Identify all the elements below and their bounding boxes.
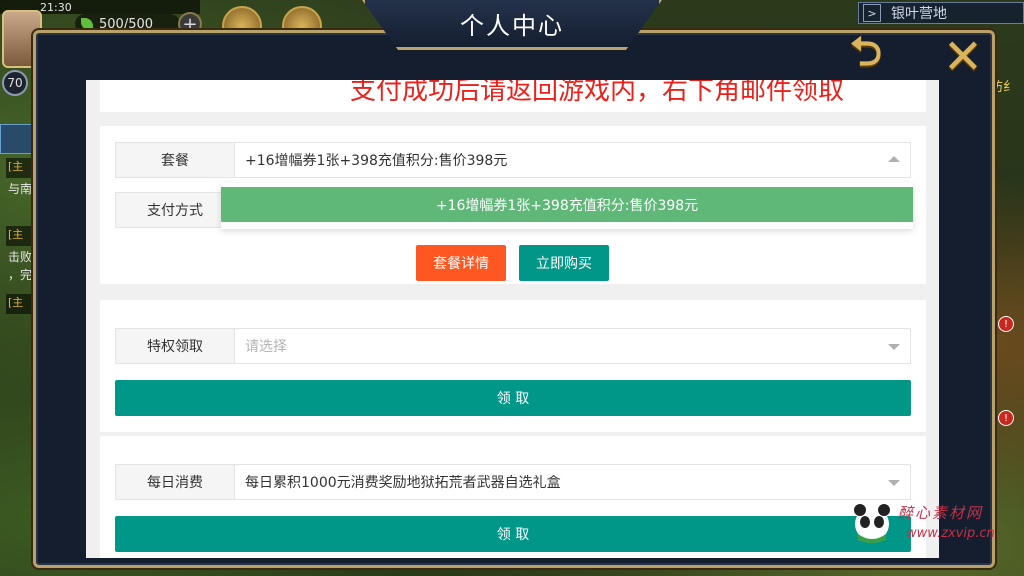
daily-claim-button[interactable]: 领 取 — [115, 516, 911, 552]
web-content: 支付成功后请返回游戏内，右下角邮件领取 套餐 +16增幅券1张+398充值积分:… — [86, 80, 939, 558]
package-option[interactable]: +16增幅券1张+398充值积分:售价398元 — [221, 187, 913, 222]
privilege-row: 特权领取 请选择 — [115, 328, 911, 364]
payment-notice: 支付成功后请返回游戏内，右下角邮件领取 — [350, 80, 845, 106]
payment-label: 支付方式 — [115, 192, 235, 228]
privilege-label: 特权领取 — [115, 328, 235, 364]
privilege-card: 特权领取 请选择 领 取 — [100, 300, 926, 432]
expand-arrow-icon[interactable]: > — [863, 4, 881, 22]
package-row: 套餐 +16增幅券1张+398充值积分:售价398元 — [115, 142, 911, 178]
leaf-icon — [81, 18, 93, 30]
status-time: 21:30 — [40, 0, 72, 14]
caret-down-icon — [888, 344, 900, 350]
caret-up-icon — [888, 156, 900, 162]
package-details-button[interactable]: 套餐详情 — [416, 245, 506, 281]
close-icon[interactable]: ✕ — [938, 29, 988, 85]
package-label: 套餐 — [115, 142, 235, 178]
quest-text: ，完 — [8, 268, 33, 282]
back-arrow-icon[interactable]: ⮌ — [836, 29, 896, 78]
panda-logo-icon — [854, 504, 890, 543]
location-panel: > 银叶营地 — [858, 2, 1024, 24]
alert-icon[interactable]: ! — [998, 316, 1014, 332]
privilege-claim-button[interactable]: 领 取 — [115, 380, 911, 416]
notice-card: 支付成功后请返回游戏内，右下角邮件领取 — [100, 80, 926, 112]
quest-text: 击败 — [8, 250, 33, 264]
location-name: 银叶营地 — [891, 6, 947, 22]
daily-value: 每日累积1000元消费奖励地狱拓荒者武器自选礼盒 — [245, 475, 561, 491]
watermark: 醉心素材网 www.zxvip.cn — [850, 498, 1020, 548]
modal-title: 个人中心 — [362, 0, 662, 50]
daily-card: 每日消费 每日累积1000元消费奖励地狱拓荒者武器自选礼盒 领 取 — [100, 436, 926, 558]
buy-now-button[interactable]: 立即购买 — [519, 245, 609, 281]
daily-label: 每日消费 — [115, 464, 235, 500]
watermark-url: www.zxvip.cn — [906, 526, 995, 541]
privilege-placeholder: 请选择 — [245, 339, 287, 355]
caret-down-icon — [888, 480, 900, 486]
alert-icon[interactable]: ! — [998, 410, 1014, 426]
quest-text: 与南 — [8, 182, 33, 196]
package-dropdown: +16增幅券1张+398充值积分:售价398元 — [221, 183, 913, 229]
side-label: 防纟 — [990, 80, 1017, 95]
level-badge: 70 — [2, 70, 28, 96]
package-select[interactable]: +16增幅券1张+398充值积分:售价398元 — [235, 142, 911, 178]
daily-select[interactable]: 每日累积1000元消费奖励地狱拓荒者武器自选礼盒 — [235, 464, 911, 500]
sword-icon[interactable] — [0, 124, 34, 154]
package-value: +16增幅券1张+398充值积分:售价398元 — [245, 153, 508, 169]
privilege-select[interactable]: 请选择 — [235, 328, 911, 364]
watermark-title: 醉心素材网 — [898, 504, 984, 522]
daily-row: 每日消费 每日累积1000元消费奖励地狱拓荒者武器自选礼盒 — [115, 464, 911, 500]
